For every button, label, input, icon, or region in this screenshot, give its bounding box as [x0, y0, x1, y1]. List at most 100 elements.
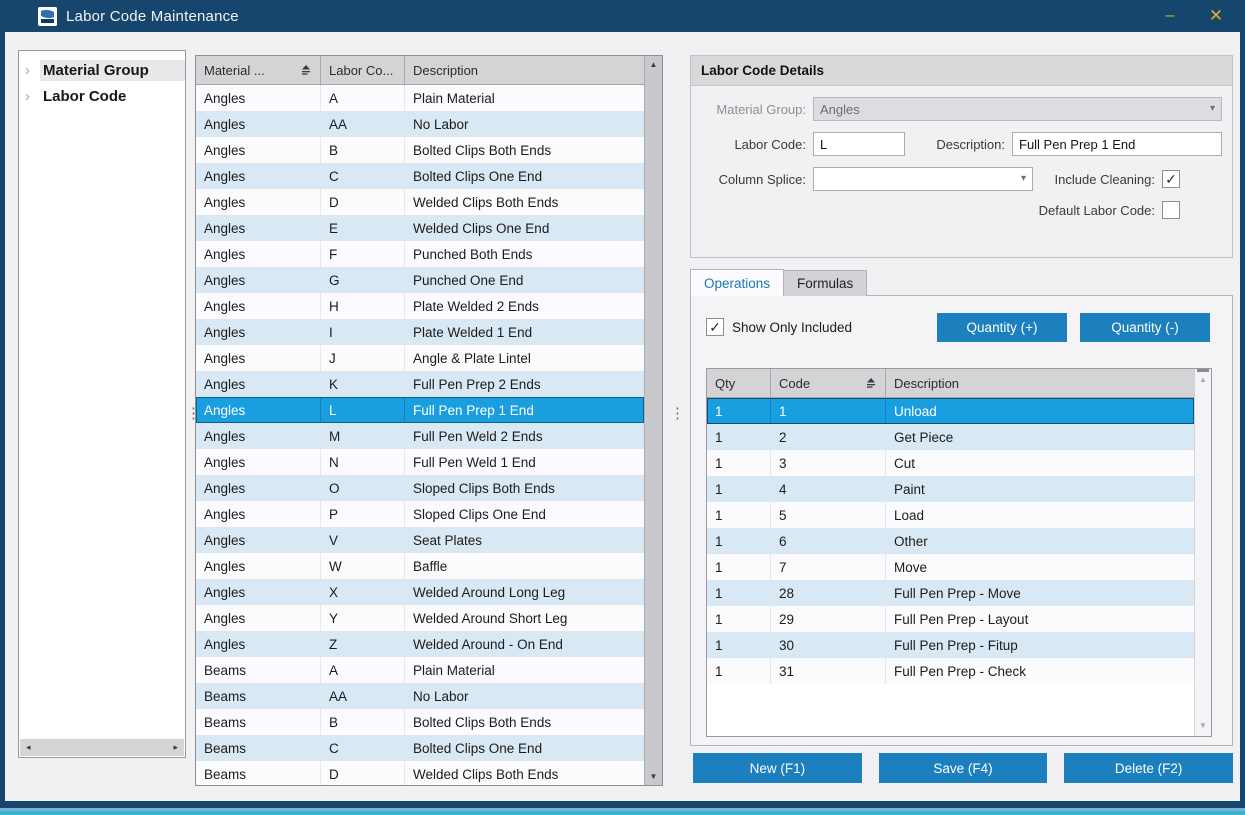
- cell: No Labor: [405, 111, 644, 137]
- column-header-description[interactable]: Description: [886, 369, 1194, 397]
- scrollbar-thumb[interactable]: [1197, 369, 1209, 372]
- table-row[interactable]: 130Full Pen Prep - Fitup: [707, 632, 1194, 658]
- table-row[interactable]: 15Load: [707, 502, 1194, 528]
- tree-item-material-group[interactable]: › Material Group: [19, 57, 185, 83]
- quantity-plus-button[interactable]: Quantity (+): [937, 313, 1067, 342]
- labor-grid-vertical-scrollbar[interactable]: ▲ ▼: [644, 56, 662, 785]
- cell: A: [321, 657, 405, 683]
- column-header-labor-code[interactable]: Labor Co...: [321, 56, 405, 84]
- column-header-material-group[interactable]: Material ...: [196, 56, 321, 84]
- tree-item-label: Labor Code: [40, 86, 129, 107]
- table-row[interactable]: BeamsAANo Labor: [196, 683, 644, 709]
- cell: 1: [707, 450, 771, 476]
- table-row[interactable]: AnglesYWelded Around Short Leg: [196, 605, 644, 631]
- show-only-included-checkbox[interactable]: ✓: [706, 318, 724, 336]
- scroll-down-button[interactable]: ▼: [1195, 721, 1211, 730]
- cell: Y: [321, 605, 405, 631]
- table-row[interactable]: 128Full Pen Prep - Move: [707, 580, 1194, 606]
- table-row[interactable]: AnglesXWelded Around Long Leg: [196, 579, 644, 605]
- close-icon: ✕: [1209, 6, 1223, 26]
- cell: B: [321, 137, 405, 163]
- table-row[interactable]: 129Full Pen Prep - Layout: [707, 606, 1194, 632]
- delete-button[interactable]: Delete (F2): [1064, 753, 1233, 783]
- table-row[interactable]: BeamsDWelded Clips Both Ends: [196, 761, 644, 785]
- cell: 6: [771, 528, 886, 554]
- table-row[interactable]: AnglesWBaffle: [196, 553, 644, 579]
- table-row[interactable]: 12Get Piece: [707, 424, 1194, 450]
- column-header-code[interactable]: Code: [771, 369, 886, 397]
- window-border-accent: [0, 811, 1245, 815]
- cell: Bolted Clips One End: [405, 163, 644, 189]
- tree-horizontal-scrollbar[interactable]: ◂ ▸: [20, 739, 184, 756]
- table-row[interactable]: AnglesAANo Labor: [196, 111, 644, 137]
- cell: Bolted Clips Both Ends: [405, 137, 644, 163]
- column-header-qty[interactable]: Qty: [707, 369, 771, 397]
- table-row[interactable]: AnglesOSloped Clips Both Ends: [196, 475, 644, 501]
- cell: Get Piece: [886, 424, 1194, 450]
- splitter-handle[interactable]: ⋮: [670, 410, 680, 417]
- tab-operations[interactable]: Operations: [690, 269, 784, 296]
- scroll-right-button[interactable]: ▸: [167, 742, 184, 753]
- cell: Full Pen Prep - Fitup: [886, 632, 1194, 658]
- operations-grid-vertical-scrollbar[interactable]: ▲ ▼: [1194, 369, 1211, 736]
- table-row[interactable]: AnglesGPunched One End: [196, 267, 644, 293]
- cell: Bolted Clips Both Ends: [405, 709, 644, 735]
- table-row[interactable]: AnglesDWelded Clips Both Ends: [196, 189, 644, 215]
- table-row[interactable]: AnglesKFull Pen Prep 2 Ends: [196, 371, 644, 397]
- tab-formulas[interactable]: Formulas: [784, 270, 867, 296]
- cell: Beams: [196, 761, 321, 785]
- cell: Full Pen Weld 1 End: [405, 449, 644, 475]
- cell: O: [321, 475, 405, 501]
- table-row[interactable]: AnglesMFull Pen Weld 2 Ends: [196, 423, 644, 449]
- table-row[interactable]: AnglesIPlate Welded 1 End: [196, 319, 644, 345]
- cell: Welded Clips One End: [405, 215, 644, 241]
- scroll-up-button[interactable]: ▲: [645, 60, 662, 69]
- material-group-value: Angles: [820, 102, 860, 117]
- new-button[interactable]: New (F1): [693, 753, 862, 783]
- table-row[interactable]: 17Move: [707, 554, 1194, 580]
- table-row[interactable]: 14Paint: [707, 476, 1194, 502]
- description-input[interactable]: Full Pen Prep 1 End: [1012, 132, 1222, 156]
- cell: Angles: [196, 553, 321, 579]
- table-row[interactable]: AnglesHPlate Welded 2 Ends: [196, 293, 644, 319]
- cell: Beams: [196, 735, 321, 761]
- cell: X: [321, 579, 405, 605]
- table-row[interactable]: AnglesZWelded Around - On End: [196, 631, 644, 657]
- table-row[interactable]: BeamsCBolted Clips One End: [196, 735, 644, 761]
- save-button[interactable]: Save (F4): [879, 753, 1048, 783]
- table-row[interactable]: AnglesVSeat Plates: [196, 527, 644, 553]
- include-cleaning-checkbox[interactable]: ✓: [1162, 170, 1180, 188]
- quantity-minus-button[interactable]: Quantity (-): [1080, 313, 1210, 342]
- table-row[interactable]: AnglesAPlain Material: [196, 85, 644, 111]
- scroll-up-button[interactable]: ▲: [1195, 375, 1211, 384]
- column-splice-combobox[interactable]: ▾: [813, 167, 1033, 191]
- scroll-left-button[interactable]: ◂: [20, 742, 37, 753]
- cell: 7: [771, 554, 886, 580]
- table-row[interactable]: AnglesLFull Pen Prep 1 End: [196, 397, 644, 423]
- table-row[interactable]: AnglesEWelded Clips One End: [196, 215, 644, 241]
- table-row[interactable]: 11Unload: [707, 398, 1194, 424]
- labor-code-input[interactable]: L: [813, 132, 905, 156]
- minimize-icon: –: [1166, 7, 1175, 25]
- column-header-description[interactable]: Description: [405, 56, 644, 84]
- cell: 1: [707, 580, 771, 606]
- table-row[interactable]: AnglesNFull Pen Weld 1 End: [196, 449, 644, 475]
- close-button[interactable]: ✕: [1193, 0, 1239, 32]
- tree-item-labor-code[interactable]: › Labor Code: [19, 83, 185, 109]
- cell: Beams: [196, 683, 321, 709]
- table-row[interactable]: AnglesPSloped Clips One End: [196, 501, 644, 527]
- default-labor-code-checkbox[interactable]: [1162, 201, 1180, 219]
- scroll-down-button[interactable]: ▼: [645, 772, 662, 781]
- table-row[interactable]: 13Cut: [707, 450, 1194, 476]
- table-row[interactable]: 16Other: [707, 528, 1194, 554]
- table-row[interactable]: AnglesJAngle & Plate Lintel: [196, 345, 644, 371]
- table-row[interactable]: AnglesCBolted Clips One End: [196, 163, 644, 189]
- labor-code-label: Labor Code:: [701, 137, 813, 152]
- labor-grid-body: AnglesAPlain MaterialAnglesAANo LaborAng…: [196, 85, 644, 785]
- table-row[interactable]: BeamsBBolted Clips Both Ends: [196, 709, 644, 735]
- minimize-button[interactable]: –: [1147, 0, 1193, 32]
- table-row[interactable]: AnglesBBolted Clips Both Ends: [196, 137, 644, 163]
- table-row[interactable]: BeamsAPlain Material: [196, 657, 644, 683]
- table-row[interactable]: 131Full Pen Prep - Check: [707, 658, 1194, 684]
- table-row[interactable]: AnglesFPunched Both Ends: [196, 241, 644, 267]
